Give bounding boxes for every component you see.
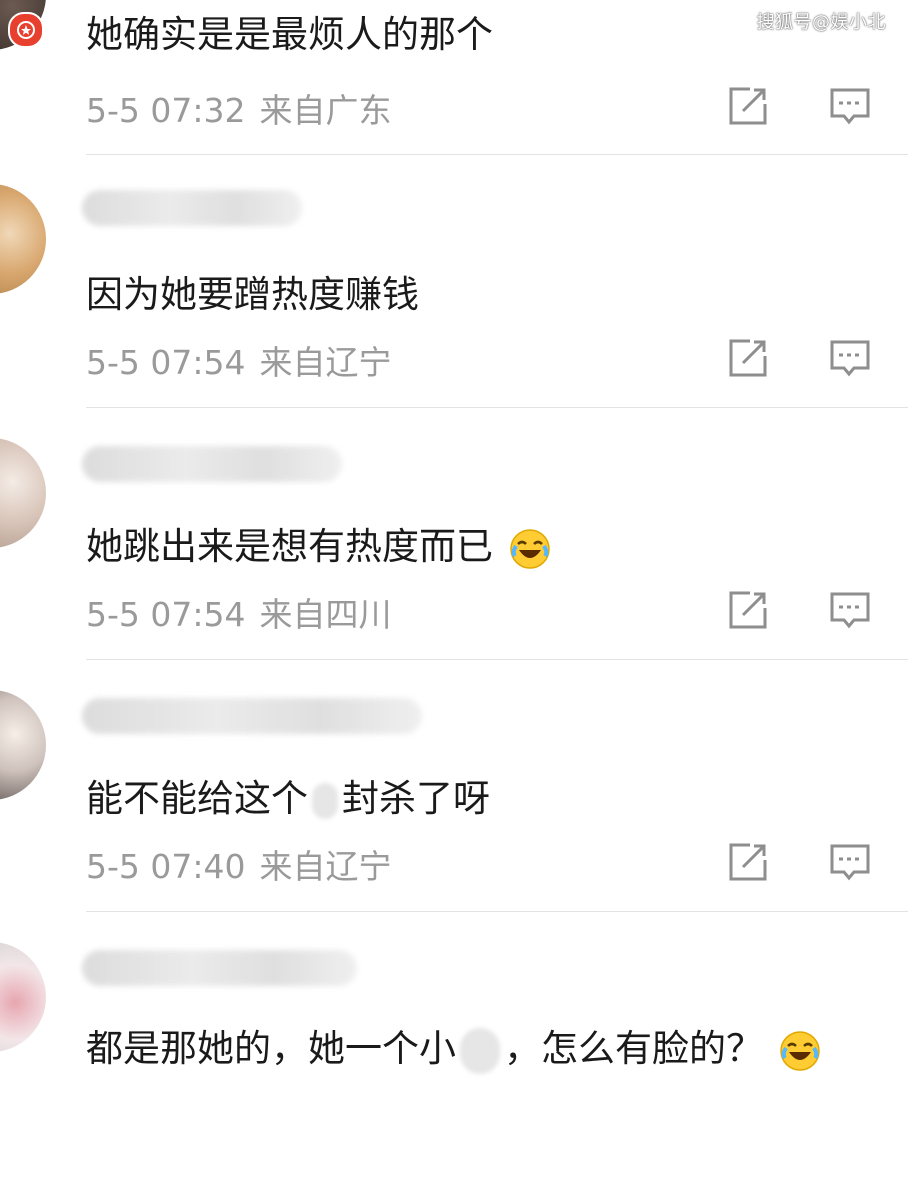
comment-meta: 5-5 07:40 来自辽宁	[86, 840, 392, 888]
comment-region: 来自广东	[259, 91, 392, 130]
avatar[interactable]	[0, 942, 46, 1052]
comment-bubble-icon	[830, 88, 870, 125]
comment-region: 来自辽宁	[259, 847, 392, 886]
comment-text: 她跳出来是想有热度而已	[86, 516, 551, 570]
comment-text-content: 她跳出来是想有热度而已	[86, 525, 493, 568]
laughing-crying-emoji	[510, 528, 550, 569]
forward-button[interactable]	[726, 336, 770, 380]
username-blurred	[82, 698, 422, 734]
redacted-blur	[312, 782, 338, 819]
comment-date: 5-5 07:40	[86, 847, 246, 886]
username-blurred	[82, 190, 302, 226]
comment-region: 来自辽宁	[259, 343, 392, 382]
comment-bubble-icon	[830, 592, 870, 629]
comment-region: 来自四川	[259, 595, 392, 634]
comment-date: 5-5 07:54	[86, 595, 246, 634]
avatar[interactable]	[0, 184, 46, 294]
share-square-icon	[729, 339, 767, 377]
reply-button[interactable]	[828, 84, 872, 128]
reply-button[interactable]	[828, 336, 872, 380]
comment-text: 她确实是是最烦人的那个	[86, 13, 493, 56]
divider	[86, 154, 908, 155]
divider	[86, 659, 908, 660]
comment-text: 都是那她的，她一个小 ，怎么有脸的？	[86, 1018, 821, 1074]
reply-button[interactable]	[828, 840, 872, 884]
divider	[86, 407, 908, 408]
comment-item: 都是那她的，她一个小 ，怎么有脸的？	[0, 936, 908, 1189]
divider	[86, 911, 908, 912]
forward-button[interactable]	[726, 84, 770, 128]
comment-date: 5-5 07:54	[86, 343, 246, 382]
comment-bubble-icon	[830, 844, 870, 881]
forward-button[interactable]	[726, 588, 770, 632]
comment-text-part: 封杀了呀	[342, 777, 490, 820]
comment-text-part: 能不能给这个	[86, 777, 308, 820]
forward-button[interactable]	[726, 840, 770, 884]
comment-item: 能不能给这个 封杀了呀 5-5 07:40 来自辽宁	[0, 684, 908, 937]
comment-date: 5-5 07:32	[86, 91, 246, 130]
comment-text: 因为她要蹭热度赚钱	[86, 273, 419, 316]
share-square-icon	[729, 87, 767, 125]
username-blurred	[82, 950, 357, 986]
comment-meta: 5-5 07:54 来自四川	[86, 588, 392, 636]
comment-text-part: 都是那她的，她一个小	[86, 1027, 456, 1070]
avatar[interactable]	[0, 690, 46, 800]
avatar[interactable]	[0, 438, 46, 548]
redacted-blur	[460, 1027, 500, 1074]
username-blurred	[82, 446, 342, 482]
share-square-icon	[729, 591, 767, 629]
verified-badge-icon	[8, 12, 44, 48]
share-square-icon	[729, 843, 767, 881]
comment-text: 能不能给这个 封杀了呀	[86, 768, 490, 822]
comment-bubble-icon	[830, 340, 870, 377]
comment-meta: 5-5 07:54 来自辽宁	[86, 336, 392, 384]
reply-button[interactable]	[828, 588, 872, 632]
laughing-crying-emoji	[780, 1030, 820, 1071]
comment-meta: 5-5 07:32 来自广东	[86, 84, 392, 132]
comment-item: 她跳出来是想有热度而已 5-5 07:54 来自四川	[0, 432, 908, 685]
comment-item: 因为她要蹭热度赚钱 5-5 07:54 来自辽宁	[0, 180, 908, 433]
comment-text-part: ，怎么有脸的？	[504, 1027, 763, 1070]
